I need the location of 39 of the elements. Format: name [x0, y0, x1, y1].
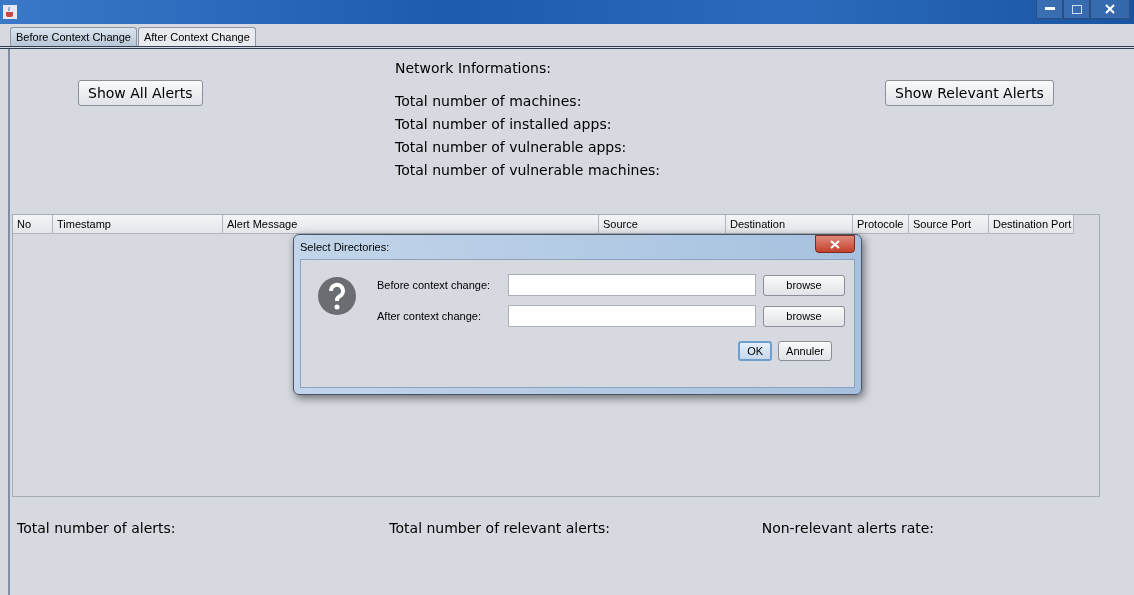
field-label: Before context change:	[377, 279, 492, 291]
close-button[interactable]	[815, 235, 855, 253]
info-label: Total number of vulnerable apps:	[395, 138, 628, 157]
close-icon	[830, 239, 840, 249]
close-icon	[1105, 4, 1115, 14]
minimize-icon	[1044, 7, 1055, 11]
column-header[interactable]: Timestamp	[53, 215, 223, 234]
input-field[interactable]	[508, 274, 756, 296]
info-label: Total number of vulnerable machines:	[395, 161, 662, 180]
info-label: Total number of installed apps:	[395, 115, 613, 134]
cup-icon	[3, 5, 17, 19]
tab[interactable]: After Context Change	[137, 27, 256, 46]
summary-label: Total number of relevant alerts:	[389, 520, 612, 536]
info-label: Total number of machines:	[395, 92, 583, 111]
maximize-button[interactable]	[1063, 0, 1090, 19]
browse-button[interactable]: browse	[763, 274, 845, 296]
show-relevant-alerts-button[interactable]: Show Relevant Alerts	[885, 80, 1054, 106]
column-header[interactable]: Source	[599, 215, 726, 234]
summary-label: Non-relevant alerts rate:	[761, 520, 936, 536]
column-header[interactable]: Destination Port	[989, 215, 1074, 234]
column-header[interactable]: Destination	[726, 215, 853, 234]
tab[interactable]: Before Context Change	[10, 27, 137, 46]
field-label: After context change:	[377, 310, 482, 322]
info-title: Network Informations:	[395, 60, 552, 76]
close-button[interactable]	[1090, 0, 1130, 19]
dialog-button[interactable]: Annuler	[778, 341, 832, 361]
summary-label: Total number of alerts:	[17, 520, 177, 536]
dialog-title: Select Directories:	[300, 241, 390, 253]
question-icon	[317, 276, 357, 316]
maximize-icon	[1071, 4, 1082, 14]
column-header[interactable]: Protocole	[853, 215, 909, 234]
show-all-alerts-button[interactable]: Show All Alerts	[78, 80, 203, 106]
browse-button[interactable]: browse	[763, 305, 845, 327]
input-field[interactable]	[508, 305, 756, 327]
column-header[interactable]: Alert Message	[223, 215, 599, 234]
column-header[interactable]: No	[13, 215, 53, 234]
dialog-button[interactable]: OK	[738, 341, 773, 361]
minimize-button[interactable]	[1036, 0, 1063, 19]
column-header[interactable]: Source Port	[909, 215, 989, 234]
